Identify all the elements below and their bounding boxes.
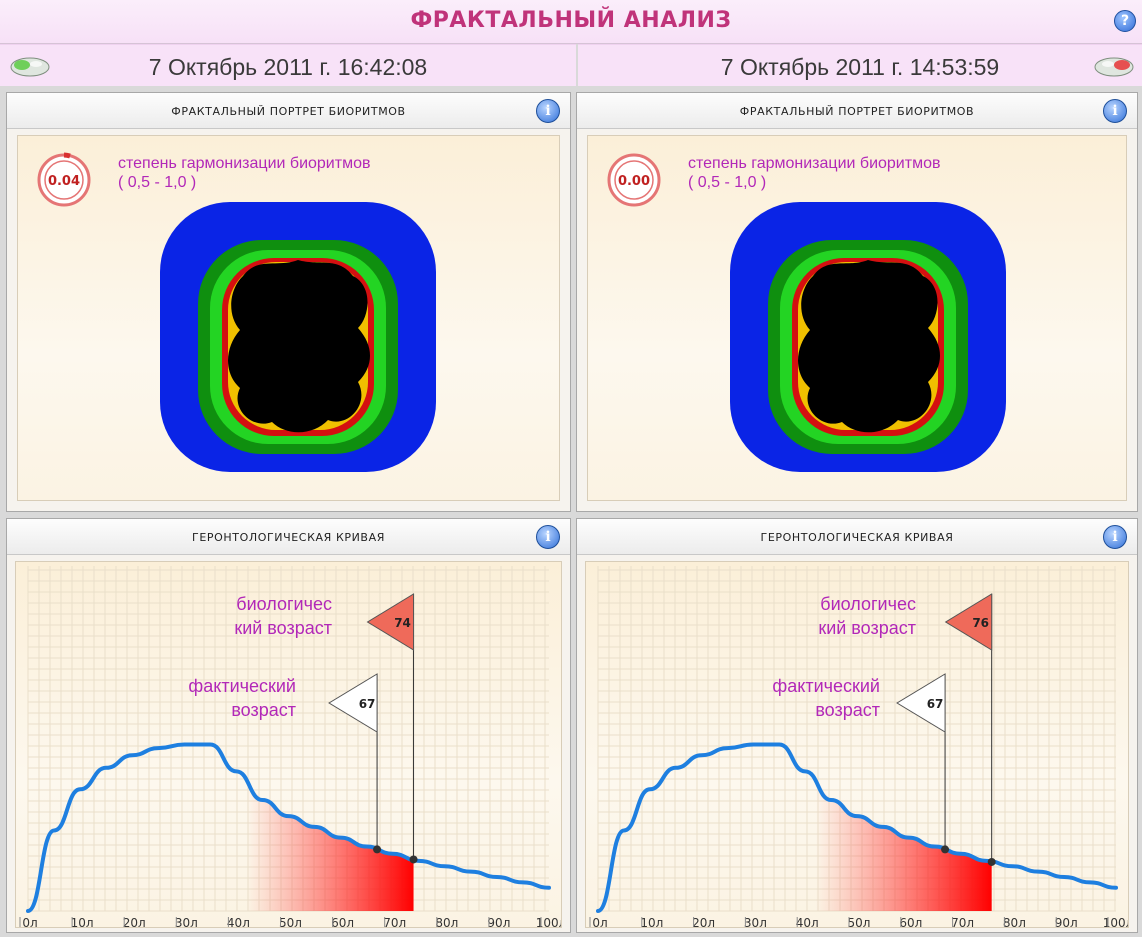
harmony-value: 0.04 xyxy=(48,174,80,189)
x-tick-label: 20л xyxy=(692,916,715,928)
curve-area: биологичес кий возраст фактический возра… xyxy=(585,561,1129,928)
risk-area xyxy=(815,782,992,911)
actual-age-label-2: возраст xyxy=(231,700,296,720)
gerontology-chart: биологичес кий возраст фактический возра… xyxy=(19,566,562,928)
panel-title: ФРАКТАЛЬНЫЙ ПОРТРЕТ БИОРИТМОВ xyxy=(739,105,975,118)
harmony-label: степень гармонизации биоритмов xyxy=(688,155,941,172)
bio-age-value: 74 xyxy=(394,616,411,630)
panel-header: ГЕРОНТОЛОГИЧЕСКАЯ КРИВАЯ i xyxy=(7,519,570,555)
actual-age-point xyxy=(941,845,950,854)
fractal-area: 0.04 степень гармонизации биоритмов ( 0,… xyxy=(17,135,560,501)
actual-age-label-1: фактический xyxy=(188,676,296,696)
x-tick-label: 20л xyxy=(123,916,146,928)
info-icon[interactable]: i xyxy=(536,99,560,123)
panel-title: ГЕРОНТОЛОГИЧЕСКАЯ КРИВАЯ xyxy=(192,531,385,544)
x-tick-label: 50л xyxy=(848,916,871,928)
x-tick-label: 60л xyxy=(331,916,354,928)
x-tick-label: 30л xyxy=(744,916,767,928)
right-date: 7 Октябрь 2011 г. 14:53:59 xyxy=(720,54,1000,80)
harmony-gauge: 0.04 xyxy=(37,152,91,207)
fractal-portrait xyxy=(730,202,1006,472)
actual-age-point xyxy=(373,845,382,854)
x-tick-label: 100л xyxy=(1103,916,1129,928)
x-tick-label: 30л xyxy=(175,916,198,928)
left-date-bar: 7 Октябрь 2011 г. 16:42:08 xyxy=(0,44,576,86)
harmony-caption: степень гармонизации биоритмов ( 0,5 - 1… xyxy=(688,154,940,192)
actual-age-label-2: возраст xyxy=(815,700,880,720)
panel-header: ГЕРОНТОЛОГИЧЕСКАЯ КРИВАЯ i xyxy=(577,519,1137,555)
info-icon[interactable]: i xyxy=(1103,525,1127,549)
left-fractal-panel: ФРАКТАЛЬНЫЙ ПОРТРЕТ БИОРИТМОВ i 0.04 сте… xyxy=(6,92,571,512)
x-tick-label: 50л xyxy=(279,916,302,928)
left-curve-panel: ГЕРОНТОЛОГИЧЕСКАЯ КРИВАЯ i биологичес ки… xyxy=(6,518,571,933)
fractal-portrait xyxy=(160,202,436,472)
app-title: ФРАКТАЛЬНЫЙ АНАЛИЗ xyxy=(410,8,732,33)
x-tick-label: 60л xyxy=(899,916,922,928)
harmony-label: степень гармонизации биоритмов xyxy=(118,155,371,172)
x-tick-label: 70л xyxy=(383,916,406,928)
panel-header: ФРАКТАЛЬНЫЙ ПОРТРЕТ БИОРИТМОВ i xyxy=(7,93,570,129)
bio-age-point xyxy=(409,855,418,864)
harmony-range: ( 0,5 - 1,0 ) xyxy=(118,174,197,191)
right-date-bar: 7 Октябрь 2011 г. 14:53:59 xyxy=(578,44,1142,86)
x-tick-label: 40л xyxy=(227,916,250,928)
x-tick-label: 90л xyxy=(1055,916,1078,928)
x-tick-label: 70л xyxy=(951,916,974,928)
fractal-area: 0.00 степень гармонизации биоритмов ( 0,… xyxy=(587,135,1127,501)
info-icon[interactable]: i xyxy=(536,525,560,549)
left-date: 7 Октябрь 2011 г. 16:42:08 xyxy=(148,54,428,80)
bio-age-label-1: биологичес xyxy=(236,594,332,614)
question-mark-icon[interactable]: ? xyxy=(1114,10,1136,32)
panel-title: ГЕРОНТОЛОГИЧЕСКАЯ КРИВАЯ xyxy=(760,531,954,544)
panel-title: ФРАКТАЛЬНЫЙ ПОРТРЕТ БИОРИТМОВ xyxy=(171,105,406,118)
x-tick-label: 10л xyxy=(640,916,663,928)
x-tick-label: 80л xyxy=(1003,916,1026,928)
bio-age-label-2: кий возраст xyxy=(234,618,332,638)
harmony-gauge: 0.00 xyxy=(607,153,661,207)
info-icon[interactable]: i xyxy=(1103,99,1127,123)
actual-age-value: 67 xyxy=(359,697,376,711)
harmony-value: 0.00 xyxy=(618,174,650,189)
harmony-caption: степень гармонизации биоритмов ( 0,5 - 1… xyxy=(118,154,370,192)
mouse-icon[interactable] xyxy=(1092,54,1136,78)
bio-age-value: 76 xyxy=(972,616,989,630)
right-curve-panel: ГЕРОНТОЛОГИЧЕСКАЯ КРИВАЯ i биологичес ки… xyxy=(576,518,1138,933)
right-fractal-panel: ФРАКТАЛЬНЫЙ ПОРТРЕТ БИОРИТМОВ i 0.00 сте… xyxy=(576,92,1138,512)
x-tick-label: 90л xyxy=(487,916,510,928)
x-tick-label: 80л xyxy=(435,916,458,928)
x-tick-label: 0л xyxy=(22,916,37,928)
actual-age-value: 67 xyxy=(927,697,944,711)
curve-area: биологичес кий возраст фактический возра… xyxy=(15,561,562,928)
x-tick-label: 0л xyxy=(592,916,607,928)
gerontology-chart: биологичес кий возраст фактический возра… xyxy=(589,566,1129,928)
bio-age-point xyxy=(987,857,996,866)
title-bar: ФРАКТАЛЬНЫЙ АНАЛИЗ ? xyxy=(0,0,1142,44)
bio-age-label-2: кий возраст xyxy=(818,618,916,638)
panel-header: ФРАКТАЛЬНЫЙ ПОРТРЕТ БИОРИТМОВ i xyxy=(577,93,1137,129)
actual-age-label-1: фактический xyxy=(772,676,880,696)
harmony-range: ( 0,5 - 1,0 ) xyxy=(688,174,767,191)
bio-age-label-1: биологичес xyxy=(820,594,916,614)
x-tick-label: 100л xyxy=(536,916,562,928)
x-tick-label: 40л xyxy=(796,916,819,928)
x-tick-label: 10л xyxy=(71,916,94,928)
